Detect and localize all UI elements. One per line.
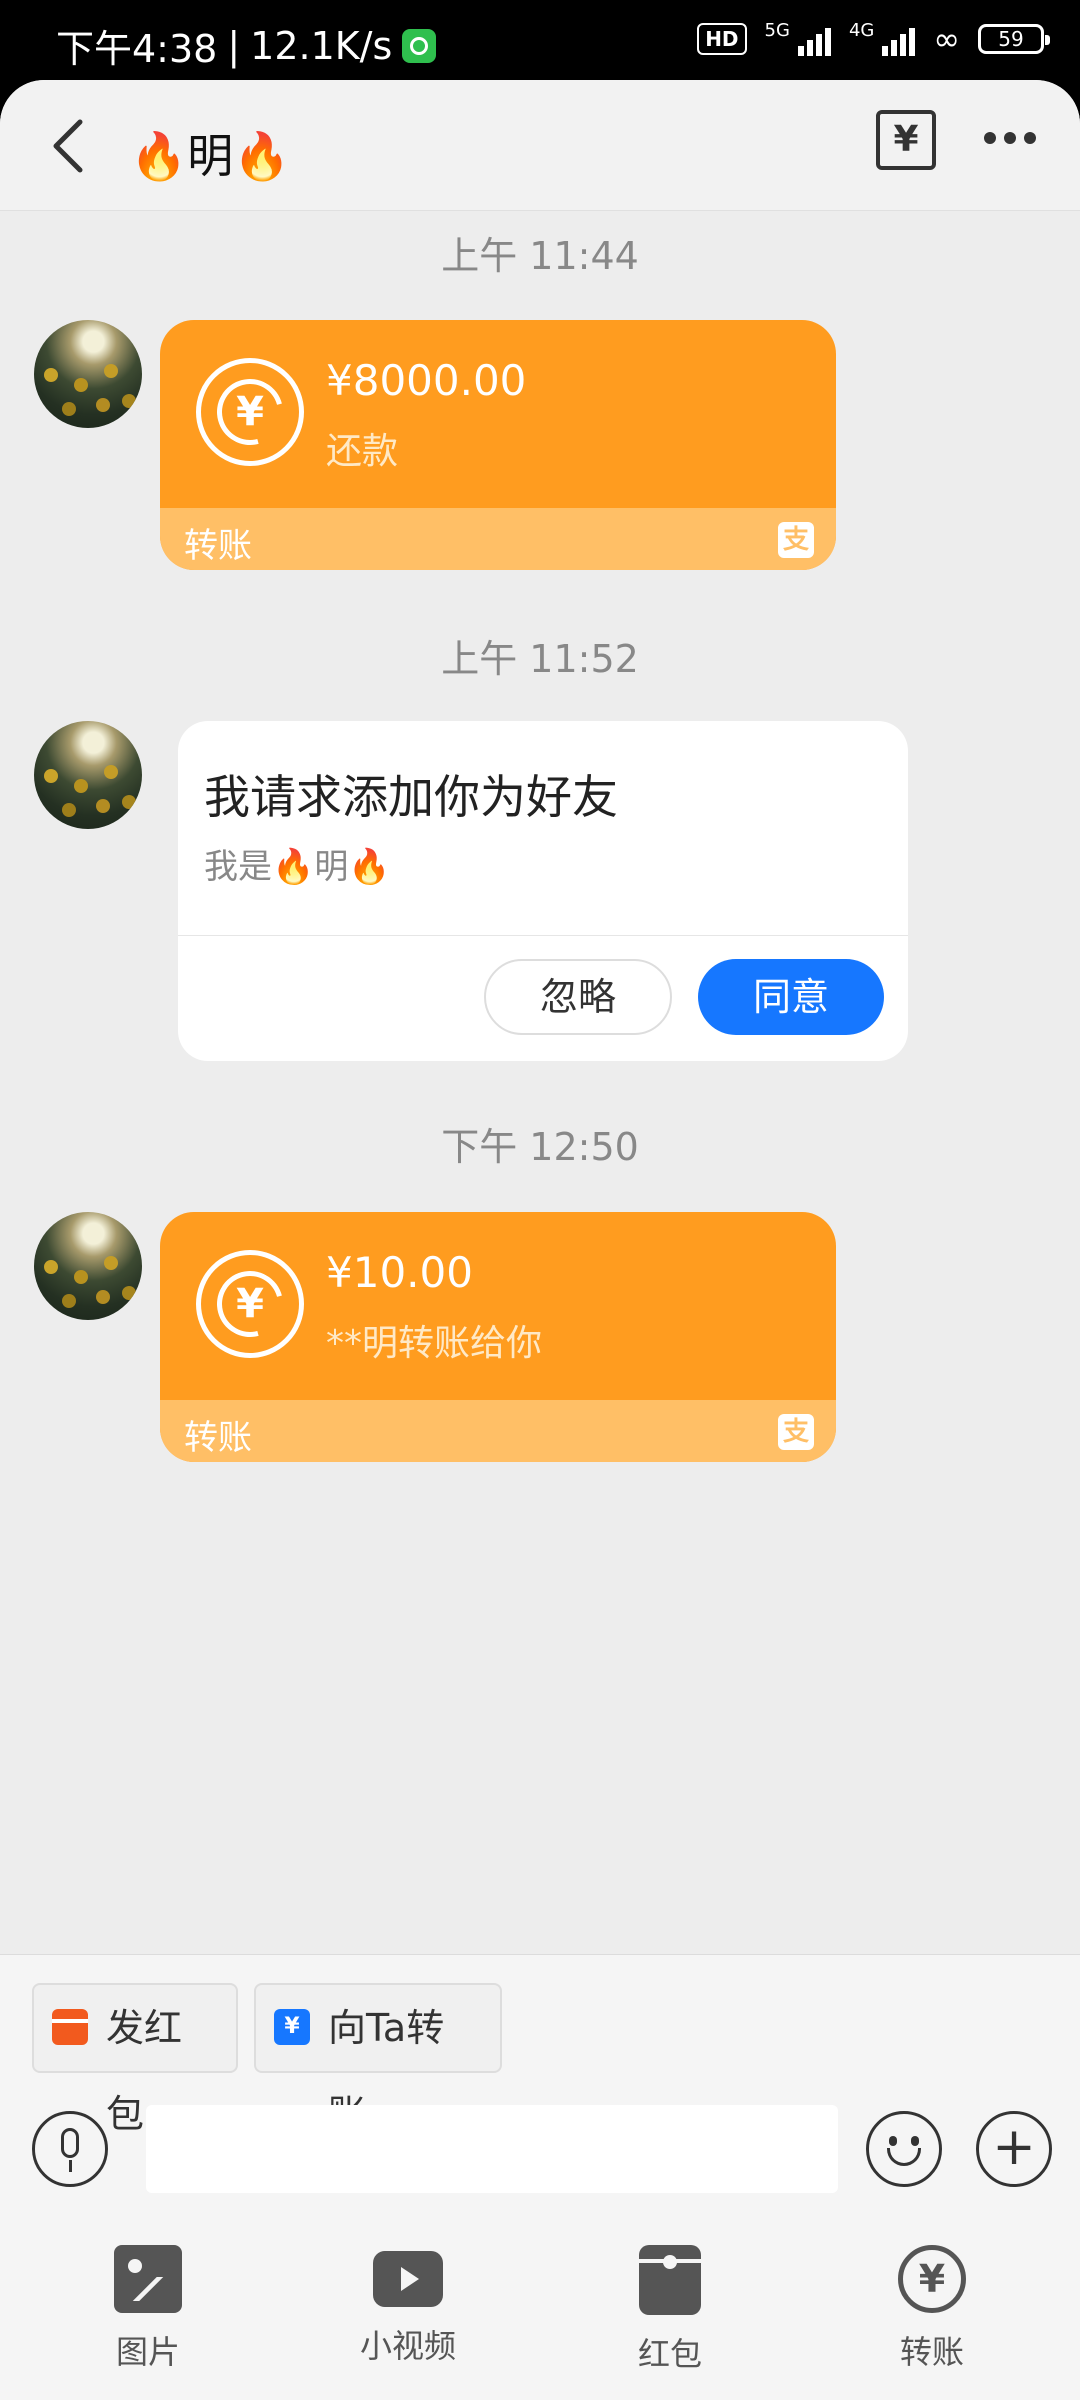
transfer-footer: 转账 支 [160,508,836,570]
toolbar-label: 图片 [115,2333,180,2371]
toolbar-label: 红包 [637,2335,702,2373]
status-right: HD 5G 4G ∞ 59 [697,19,1050,58]
more-icon[interactable] [984,132,1036,144]
send-red-packet-button[interactable]: 发红包 [32,1983,238,2136]
message-input[interactable] [146,2105,838,2193]
toolbar-video[interactable]: 小视频 [328,2245,488,2367]
plus-icon[interactable]: + [976,2111,1052,2187]
message-time: 上午 11:44 [441,234,639,278]
transfer-note: **明转账给你 [326,1323,543,1364]
status-bar: 下午4:38 | 12.1K/s HD 5G 4G ∞ 59 [0,0,1080,80]
transfer-footer: 转账 支 [160,1400,836,1462]
transfer-card[interactable]: ¥ ¥10.00 **明转账给你 转账 支 [160,1212,836,1462]
emoji-icon[interactable] [866,2111,942,2187]
transfer-label: 转账 [184,1418,252,1458]
agree-button[interactable]: 同意 [698,959,884,1035]
ignore-button[interactable]: 忽略 [484,959,672,1035]
alipay-icon: 支 [778,522,814,558]
avatar[interactable] [34,721,142,829]
hotspot-icon: ∞ [933,20,960,58]
toolbar-label: 转账 [899,2333,964,2371]
red-packet-icon [52,2009,88,2045]
network-5g-label: 5G [764,19,790,41]
transfer-icon: ¥ [196,358,304,466]
back-icon[interactable] [44,116,94,176]
signal-icon [797,22,831,56]
transfer-amount: ¥10.00 [326,1248,473,1297]
picture-icon [114,2245,182,2313]
hd-icon: HD [697,23,747,55]
avatar[interactable] [34,1212,142,1320]
alipay-icon: 支 [778,1414,814,1450]
input-row: + [0,2095,1080,2205]
composer-panel: 发红包 ¥ 向Ta转账 + 图片 小视频 红包 [0,1954,1080,2400]
message-time: 上午 11:52 [441,637,639,681]
transfer-record-icon[interactable]: ¥ [876,110,936,170]
signal-icon-2 [882,22,916,56]
app-notification-icon [402,28,437,63]
battery-icon: 59 [978,24,1050,54]
status-divider: | [227,23,241,68]
chat-title: 🔥明🔥 [130,129,291,183]
toolbar-transfer[interactable]: ¥ 转账 [852,2245,1012,2373]
chat-header: 🔥明🔥 ¥ [0,80,1080,211]
transfer-amount: ¥8000.00 [326,356,527,405]
chat-screen: 🔥明🔥 ¥ 上午 11:44 ¥ ¥8000.00 还款 转账 支 上午 11:… [0,80,1080,2400]
toolbar-label: 小视频 [359,2327,456,2365]
video-icon [373,2251,443,2307]
red-packet-icon [639,2245,701,2315]
microphone-icon[interactable] [32,2111,108,2187]
transfer-body: ¥ ¥8000.00 还款 [160,320,836,508]
network-4g-label: 4G [848,19,875,41]
transfer-card[interactable]: ¥ ¥8000.00 还款 转账 支 [160,320,836,570]
friend-request-title: 我请求添加你为好友 [204,770,618,824]
transfer-note: 还款 [326,431,399,472]
message-time: 下午 12:50 [441,1125,639,1169]
toolbar-red-packet[interactable]: 红包 [590,2245,750,2375]
transfer-icon: ¥ [196,1250,304,1358]
transfer-icon: ¥ [898,2245,966,2313]
status-time: 下午4:38 [56,27,218,71]
friend-request-card: 我请求添加你为好友 我是🔥明🔥 忽略 同意 [178,721,908,1061]
avatar[interactable] [34,320,142,428]
status-left: 下午4:38 | 12.1K/s [56,18,437,73]
transfer-icon: ¥ [274,2009,310,2045]
toolbar-picture[interactable]: 图片 [68,2245,228,2373]
toolbar: 图片 小视频 红包 ¥ 转账 [0,2245,1080,2385]
divider [178,935,908,936]
transfer-to-ta-button[interactable]: ¥ 向Ta转账 [254,1983,502,2136]
status-speed: 12.1K/s [250,23,393,68]
transfer-label: 转账 [184,526,252,566]
friend-request-subtitle: 我是🔥明🔥 [204,847,391,887]
transfer-body: ¥ ¥10.00 **明转账给你 [160,1212,836,1400]
